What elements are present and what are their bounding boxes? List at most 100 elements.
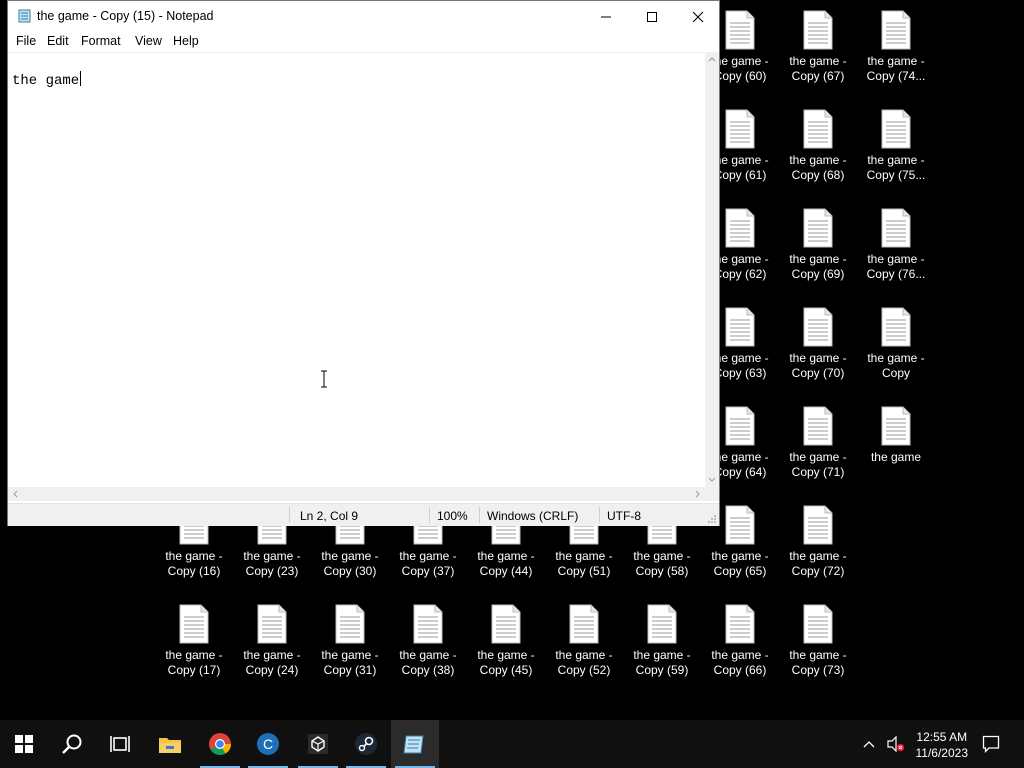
desktop-file-icon[interactable]: the game - Copy (71) — [781, 406, 855, 480]
text-document-icon — [413, 604, 443, 644]
search-button[interactable] — [48, 720, 96, 768]
desktop-file-label: the game - Copy (74... — [866, 54, 926, 83]
resize-grip-icon[interactable] — [707, 514, 717, 524]
desktop-file-label: the game - Copy (68) — [789, 153, 847, 182]
text-document-icon — [803, 10, 833, 50]
desktop-file-icon[interactable]: the game - Copy (17) — [157, 604, 231, 678]
status-separator — [429, 507, 430, 523]
text-editor[interactable]: the game — [8, 52, 705, 488]
desktop-file-icon[interactable]: the game - Copy (74... — [859, 10, 933, 84]
text-document-icon — [491, 604, 521, 644]
show-hidden-icons-icon[interactable] — [863, 740, 875, 748]
text-document-icon — [881, 307, 911, 347]
window-title: the game - Copy (15) - Notepad — [37, 9, 214, 23]
minimize-button[interactable] — [583, 1, 629, 32]
desktop-file-label: the game - Copy (17) — [165, 648, 223, 677]
clock-time: 12:55 AM — [916, 730, 968, 744]
scrollbar-corner — [705, 487, 719, 501]
scroll-left-icon[interactable] — [12, 490, 18, 498]
text-document-icon — [725, 208, 755, 248]
chrome-button[interactable] — [196, 720, 244, 768]
file-explorer-button[interactable] — [146, 720, 194, 768]
desktop-file-label: the game - Copy (70) — [789, 351, 847, 380]
desktop-file-icon[interactable]: the game - Copy — [859, 307, 933, 381]
file-explorer-icon — [159, 738, 181, 753]
text-document-icon — [725, 505, 755, 545]
horizontal-scrollbar[interactable] — [8, 487, 705, 501]
volume-muted-icon[interactable] — [886, 736, 906, 752]
notepad-taskbar-button[interactable] — [391, 720, 439, 768]
status-separator — [599, 507, 600, 523]
desktop-file-label: the game - Copy (58) — [633, 549, 691, 578]
c-app-icon: C — [257, 733, 279, 755]
notepad-window[interactable]: the game - Copy (15) - Notepad File Edit… — [7, 0, 720, 526]
desktop-file-icon[interactable]: the game - Copy (75... — [859, 109, 933, 183]
maximize-button[interactable] — [629, 1, 675, 32]
text-document-icon — [257, 604, 287, 644]
text-document-icon — [803, 208, 833, 248]
desktop-file-icon[interactable]: the game - Copy (70) — [781, 307, 855, 381]
menu-format[interactable]: Format — [81, 34, 121, 48]
scroll-down-icon[interactable] — [708, 477, 716, 483]
close-icon — [692, 11, 704, 22]
text-document-icon — [179, 604, 209, 644]
notepad-icon — [403, 735, 424, 754]
unity-button[interactable] — [294, 720, 342, 768]
text-document-icon — [803, 505, 833, 545]
desktop-file-icon[interactable]: the game - Copy (72) — [781, 505, 855, 579]
status-separator — [289, 507, 290, 523]
desktop-file-label: the game - Copy (75... — [866, 153, 926, 182]
text-document-icon — [803, 604, 833, 644]
status-position: Ln 2, Col 9 — [300, 509, 359, 523]
text-document-icon — [725, 10, 755, 50]
status-bar: Ln 2, Col 9 100% Windows (CRLF) UTF-8 — [8, 503, 719, 526]
close-button[interactable] — [675, 1, 721, 32]
text-document-icon — [881, 10, 911, 50]
vertical-scrollbar[interactable] — [705, 52, 719, 487]
status-separator — [479, 507, 480, 523]
desktop-file-icon[interactable]: the game — [859, 406, 933, 465]
desktop-file-icon[interactable]: the game - Copy (24) — [235, 604, 309, 678]
task-view-button[interactable] — [96, 720, 144, 768]
desktop-file-icon[interactable]: the game - Copy (45) — [469, 604, 543, 678]
c-app-button[interactable]: C — [244, 720, 292, 768]
task-view-icon — [110, 736, 130, 752]
scroll-right-icon[interactable] — [695, 490, 701, 498]
text-cursor-icon — [321, 370, 327, 388]
unity-icon — [308, 734, 328, 754]
status-encoding: UTF-8 — [607, 509, 641, 523]
text-document-icon — [803, 406, 833, 446]
desktop-file-icon[interactable]: the game - Copy (68) — [781, 109, 855, 183]
desktop-file-icon[interactable]: the game - Copy (52) — [547, 604, 621, 678]
maximize-icon — [647, 11, 657, 22]
desktop-file-label: the game - Copy (65) — [711, 549, 769, 578]
desktop-file-label: the game - Copy (52) — [555, 648, 613, 677]
text-document-icon — [725, 307, 755, 347]
text-document-icon — [725, 109, 755, 149]
clock[interactable]: 12:55 AM 11/6/2023 — [916, 729, 969, 761]
menu-view[interactable]: View — [135, 34, 162, 48]
title-bar[interactable]: the game - Copy (15) - Notepad — [8, 1, 719, 32]
desktop-file-icon[interactable]: the game - Copy (66) — [703, 604, 777, 678]
desktop-file-icon[interactable]: the game - Copy (76... — [859, 208, 933, 282]
scroll-up-icon[interactable] — [708, 56, 716, 62]
desktop-file-icon[interactable]: the game - Copy (67) — [781, 10, 855, 84]
desktop-file-label: the game - Copy (69) — [789, 252, 847, 281]
desktop-file-icon[interactable]: the game - Copy (73) — [781, 604, 855, 678]
chrome-icon — [209, 733, 231, 755]
desktop-file-icon[interactable]: the game - Copy (69) — [781, 208, 855, 282]
desktop-file-label: the game - Copy (67) — [789, 54, 847, 83]
text-document-icon — [881, 208, 911, 248]
desktop-file-label: the game - Copy (37) — [399, 549, 457, 578]
menu-help[interactable]: Help — [173, 34, 199, 48]
desktop-file-label: the game - Copy — [867, 351, 925, 380]
desktop-file-icon[interactable]: the game - Copy (59) — [625, 604, 699, 678]
menu-file[interactable]: File — [16, 34, 36, 48]
desktop-file-icon[interactable]: the game - Copy (31) — [313, 604, 387, 678]
start-button[interactable] — [0, 720, 48, 768]
desktop-file-label: the game - Copy (76... — [866, 252, 926, 281]
action-center-icon[interactable] — [982, 735, 1000, 753]
desktop-file-icon[interactable]: the game - Copy (38) — [391, 604, 465, 678]
menu-edit[interactable]: Edit — [47, 34, 69, 48]
steam-button[interactable] — [342, 720, 390, 768]
